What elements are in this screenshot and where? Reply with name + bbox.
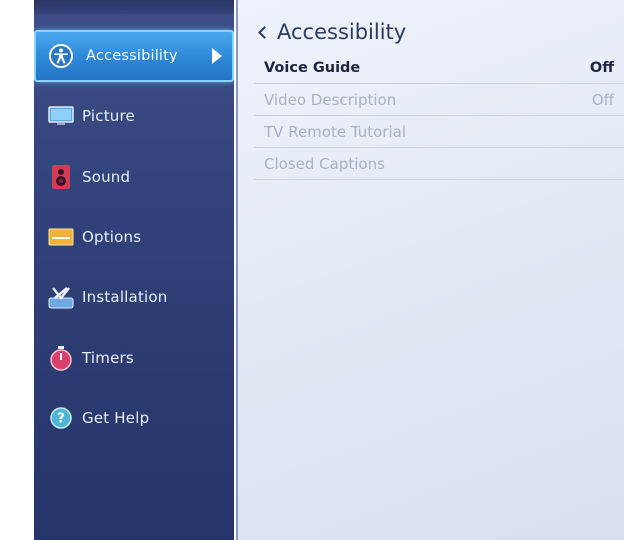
help-icon: ? — [48, 406, 74, 430]
sidebar-item-label: Get Help — [82, 409, 150, 427]
row-value: Off — [591, 90, 614, 109]
row-label: Video Description — [264, 90, 397, 109]
accessibility-panel: Accessibility Voice Guide Off Video Desc… — [236, 0, 624, 540]
panel-header[interactable]: Accessibility — [256, 16, 406, 48]
panel-title: Accessibility — [277, 20, 407, 44]
video-description-row[interactable]: Video Description Off — [254, 84, 624, 116]
sidebar-item-label: Sound — [82, 168, 131, 186]
sidebar-item-sound[interactable]: Sound — [34, 151, 234, 203]
installation-icon — [48, 285, 74, 309]
sidebar-item-get-help[interactable]: ? Get Help — [34, 392, 234, 444]
voice-guide-row[interactable]: Voice Guide Off — [254, 52, 624, 84]
back-chevron-icon[interactable] — [258, 25, 271, 39]
sidebar-item-label: Accessibility — [86, 48, 178, 64]
chevron-right-icon — [212, 48, 222, 64]
sidebar-item-label: Picture — [82, 107, 135, 125]
sidebar-item-timers[interactable]: Timers — [34, 332, 234, 384]
sidebar-item-installation[interactable]: Installation — [34, 271, 234, 323]
tv-remote-tutorial-row[interactable]: TV Remote Tutorial — [254, 116, 624, 148]
row-label: Closed Captions — [264, 154, 385, 173]
sidebar-item-label: Options — [82, 228, 142, 246]
svg-text:?: ? — [57, 412, 65, 427]
settings-sidebar: Accessibility Picture Sound Options Inst… — [34, 0, 234, 540]
sidebar-item-accessibility[interactable]: Accessibility — [34, 30, 234, 82]
closed-captions-row[interactable]: Closed Captions — [254, 148, 624, 180]
sidebar-item-label: Timers — [82, 349, 134, 367]
accessibility-icon — [48, 44, 74, 68]
sidebar-item-options[interactable]: Options — [34, 211, 234, 263]
sidebar-item-label: Installation — [82, 288, 168, 306]
picture-icon — [48, 104, 74, 128]
timers-icon — [48, 346, 74, 371]
sidebar-top-bar — [34, 0, 234, 14]
sound-icon — [48, 165, 74, 189]
row-value: Off — [589, 59, 614, 76]
row-label: TV Remote Tutorial — [264, 122, 406, 141]
row-label: Voice Guide — [264, 59, 361, 76]
sidebar-item-picture[interactable]: Picture — [34, 90, 234, 142]
options-icon — [48, 225, 74, 249]
